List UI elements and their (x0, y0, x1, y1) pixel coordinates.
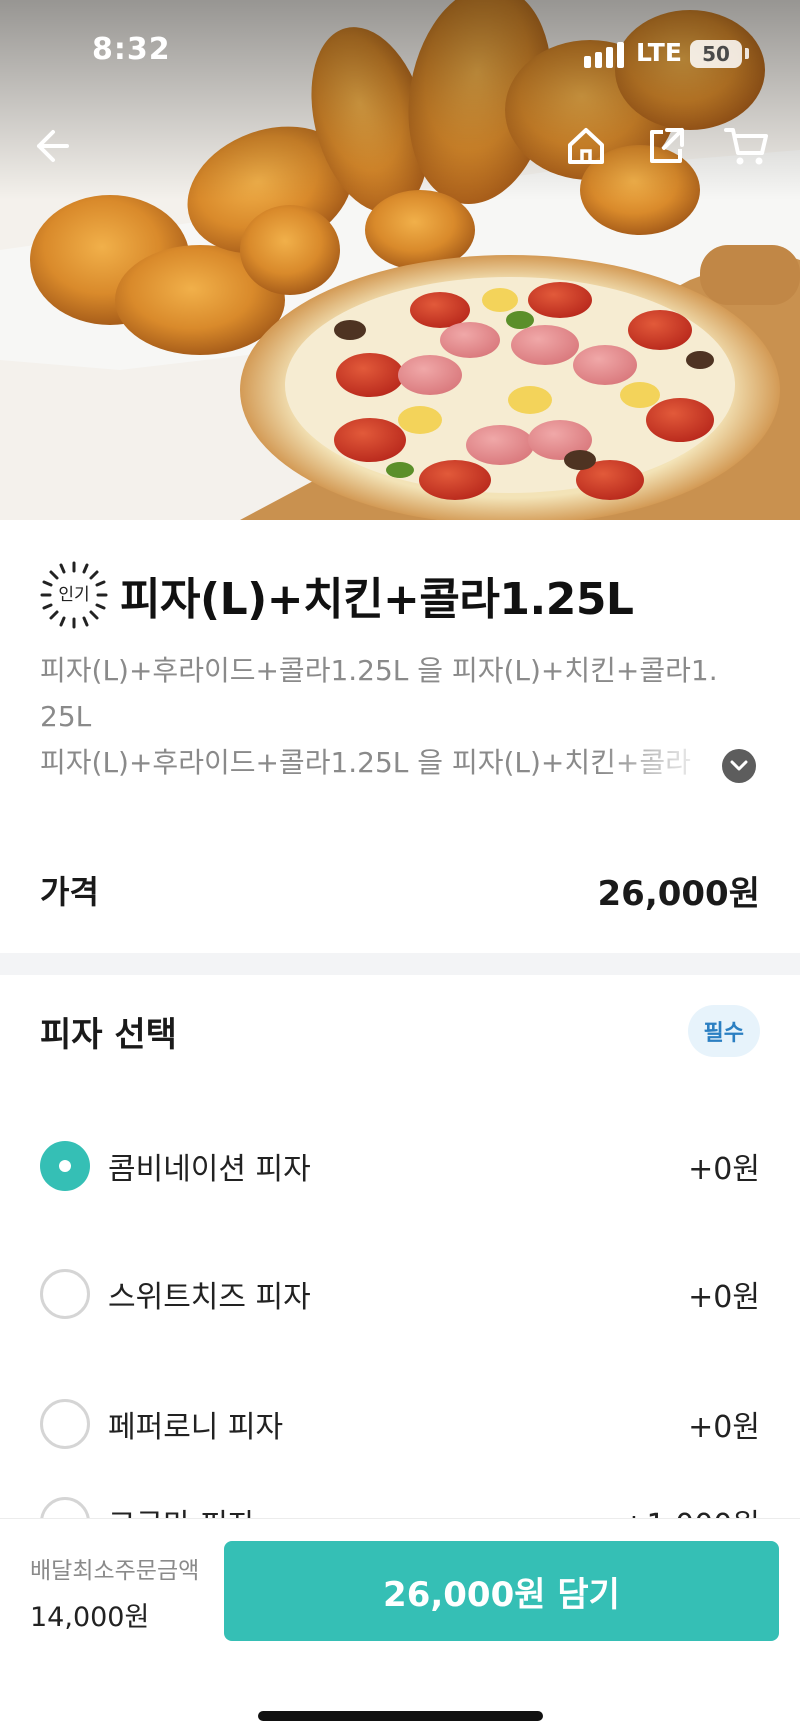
network-label: LTE (636, 38, 682, 67)
battery-icon: 50 (690, 40, 742, 68)
radio-checked[interactable] (40, 1141, 90, 1191)
option-name: 고구마 피자 (108, 1500, 621, 1518)
cart-button[interactable] (718, 118, 774, 174)
radio-unchecked[interactable] (40, 1399, 90, 1449)
status-bar: 8:32 LTE 50 (0, 0, 800, 100)
back-button[interactable] (24, 118, 80, 174)
option-sweet-cheese-pizza[interactable]: 스위트치즈 피자 +0원 (40, 1264, 760, 1324)
share-icon (650, 128, 684, 163)
description-line: 피자(L)+후라이드+콜라1.25L 을 피자(L)+치킨+콜라1. (40, 654, 718, 687)
status-time: 8:32 (92, 32, 171, 67)
required-badge: 필수 (687, 1005, 760, 1057)
back-arrow-icon (37, 130, 69, 162)
product-description: 피자(L)+후라이드+콜라1.25L 을 피자(L)+치킨+콜라1. 25L 피… (40, 648, 760, 786)
home-indicator (258, 1711, 543, 1721)
option-sweet-potato-pizza[interactable]: 고구마 피자 +1,000원 (40, 1492, 760, 1518)
price-label: 가격 (40, 873, 99, 911)
option-price: +0원 (688, 1280, 760, 1315)
home-button[interactable] (558, 118, 614, 174)
option-combination-pizza[interactable]: 콤비네이션 피자 +0원 (40, 1136, 760, 1196)
signal-icon (584, 42, 624, 68)
option-price: +0원 (688, 1410, 760, 1445)
product-title-row: 인기 피자(L)+치킨+콜라1.25L (40, 560, 760, 630)
battery-tip (745, 48, 749, 59)
expand-description-button[interactable] (722, 749, 756, 783)
price-value: 26,000원 (597, 873, 760, 914)
cart-icon (724, 128, 768, 165)
price-row: 가격 26,000원 (40, 862, 760, 918)
min-order-label: 배달최소주문금액 (30, 1558, 200, 1584)
share-button[interactable] (638, 118, 694, 174)
section-divider (0, 953, 800, 975)
popular-badge-label: 인기 (58, 585, 90, 605)
option-price: +0원 (688, 1152, 760, 1187)
chevron-down-icon (730, 760, 748, 771)
product-hero-image: 8:32 LTE 50 (0, 0, 800, 520)
min-order-value: 14,000원 (30, 1602, 150, 1633)
radio-unchecked[interactable] (40, 1497, 90, 1518)
option-price: +1,000원 (621, 1500, 760, 1518)
product-title: 피자(L)+치킨+콜라1.25L (120, 574, 634, 625)
option-pepperoni-pizza[interactable]: 페퍼로니 피자 +0원 (40, 1394, 760, 1454)
popular-badge: 인기 (40, 561, 108, 629)
option-group-title: 피자 선택 (40, 1014, 177, 1055)
add-to-cart-button[interactable]: 26,000원 담기 (224, 1541, 779, 1641)
option-name: 콤비네이션 피자 (108, 1152, 311, 1187)
option-list: 콤비네이션 피자 +0원 스위트치즈 피자 +0원 페퍼로니 피자 +0원 고구… (0, 1080, 800, 1518)
bottom-order-bar: 배달최소주문금액 14,000원 26,000원 담기 (0, 1518, 800, 1732)
home-icon (568, 128, 604, 164)
option-name: 스위트치즈 피자 (108, 1280, 311, 1315)
pizza-option-header: 피자 선택 필수 (40, 1003, 760, 1059)
option-name: 페퍼로니 피자 (108, 1410, 284, 1445)
description-line: 25L (40, 700, 92, 733)
radio-unchecked[interactable] (40, 1269, 90, 1319)
